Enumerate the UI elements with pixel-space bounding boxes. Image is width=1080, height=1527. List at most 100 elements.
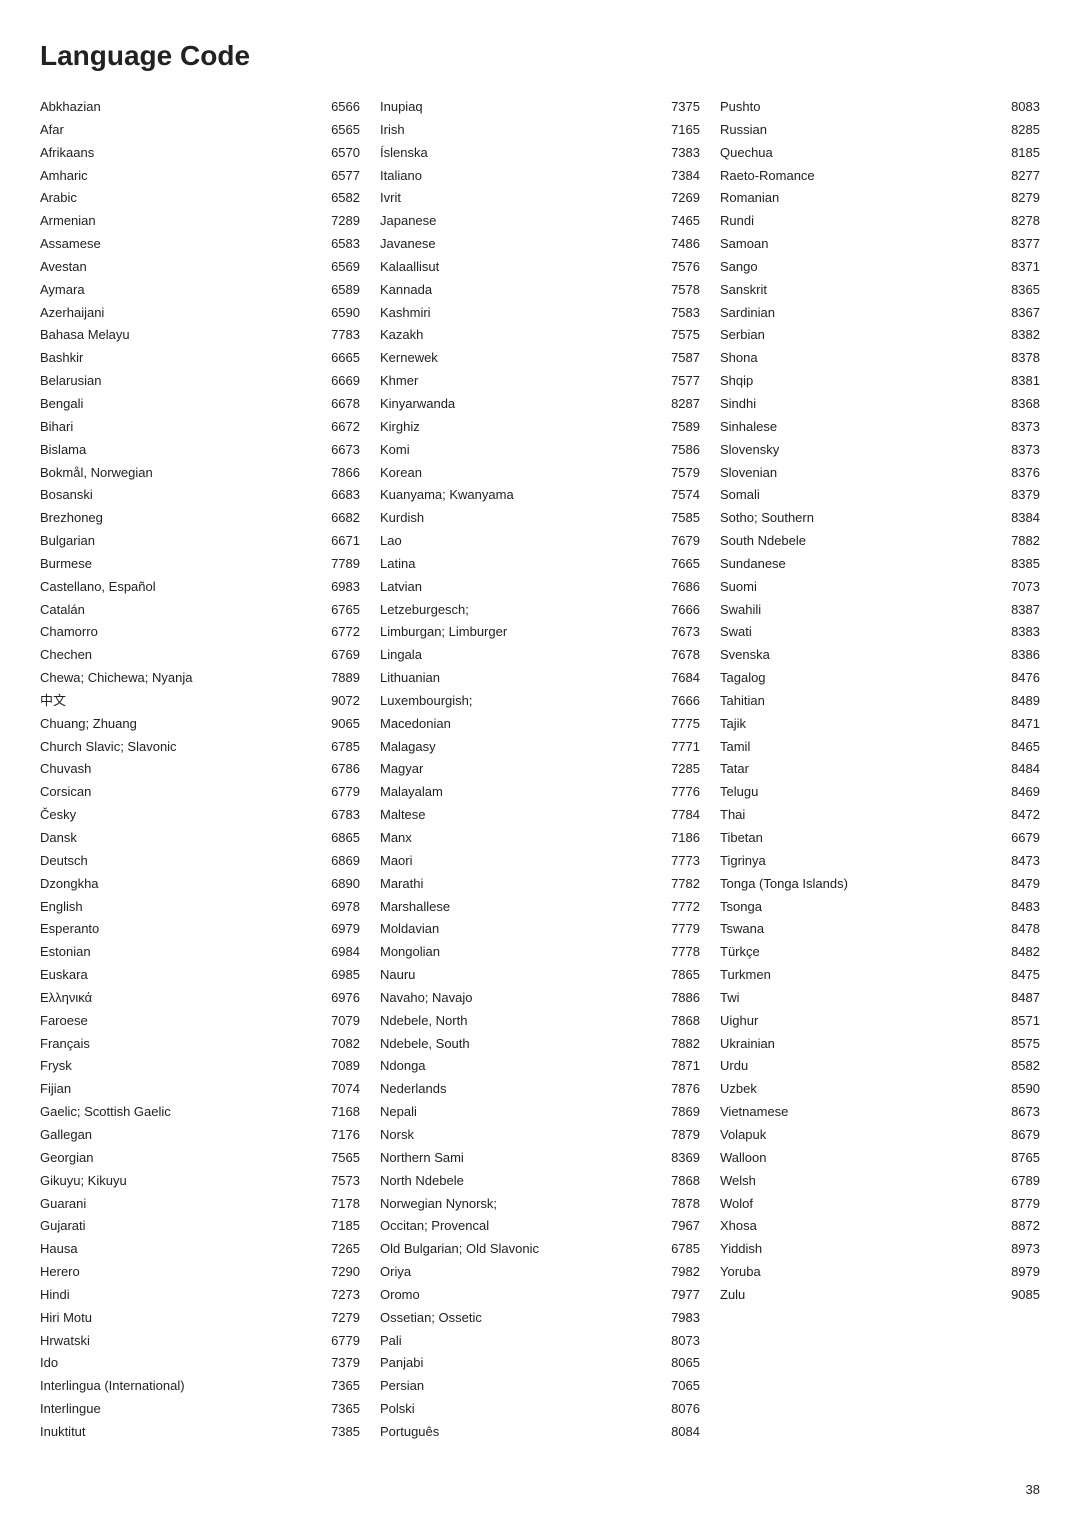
- list-item: Kashmiri7583: [380, 302, 700, 325]
- list-item: Corsican6779: [40, 781, 360, 804]
- language-code: 9065: [331, 715, 360, 734]
- language-code: 7666: [671, 601, 700, 620]
- list-item: Sotho; Southern8384: [720, 507, 1040, 530]
- language-name: Belarusian: [40, 372, 331, 391]
- list-item: Tahitian8489: [720, 690, 1040, 713]
- language-code: 8076: [671, 1400, 700, 1419]
- language-code: 8472: [1011, 806, 1040, 825]
- language-code: 6566: [331, 98, 360, 117]
- language-code: 7678: [671, 646, 700, 665]
- language-code: 8371: [1011, 258, 1040, 277]
- language-name: Kuanyama; Kwanyama: [380, 486, 671, 505]
- list-item: Komi7586: [380, 439, 700, 462]
- language-name: Pushto: [720, 98, 1011, 117]
- list-item: Tigrinya8473: [720, 850, 1040, 873]
- list-item: Yoruba8979: [720, 1261, 1040, 1284]
- language-name: Hrwatski: [40, 1332, 331, 1351]
- language-name: Tsonga: [720, 898, 1011, 917]
- language-code: 8483: [1011, 898, 1040, 917]
- list-item: Shona8378: [720, 347, 1040, 370]
- language-name: Bihari: [40, 418, 331, 437]
- language-name: Avestan: [40, 258, 331, 277]
- language-code: 9085: [1011, 1286, 1040, 1305]
- language-code: 7585: [671, 509, 700, 528]
- language-name: Kernewek: [380, 349, 671, 368]
- list-item: Kalaallisut7576: [380, 256, 700, 279]
- language-code: 7666: [671, 692, 700, 711]
- list-item: Old Bulgarian; Old Slavonic6785: [380, 1238, 700, 1261]
- language-name: Svenska: [720, 646, 1011, 665]
- list-item: 中文9072: [40, 690, 360, 713]
- language-code: 7279: [331, 1309, 360, 1328]
- list-item: Avestan6569: [40, 256, 360, 279]
- language-name: Bislama: [40, 441, 331, 460]
- list-item: Aymara6589: [40, 279, 360, 302]
- language-name: Esperanto: [40, 920, 331, 939]
- language-name: Raeto-Romance: [720, 167, 1011, 186]
- language-name: Hiri Motu: [40, 1309, 331, 1328]
- list-item: Slovensky8373: [720, 439, 1040, 462]
- language-name: Volapuk: [720, 1126, 1011, 1145]
- language-code: 7168: [331, 1103, 360, 1122]
- language-code: 7782: [671, 875, 700, 894]
- language-name: Ido: [40, 1354, 331, 1373]
- language-name: Inupiaq: [380, 98, 671, 117]
- list-item: Gujarati7185: [40, 1215, 360, 1238]
- list-item: Euskara6985: [40, 964, 360, 987]
- list-item: Manx7186: [380, 827, 700, 850]
- language-code: 8185: [1011, 144, 1040, 163]
- language-code: 6785: [671, 1240, 700, 1259]
- language-code: 7165: [671, 121, 700, 140]
- list-item: Azerhaijani6590: [40, 302, 360, 325]
- language-code: 8673: [1011, 1103, 1040, 1122]
- language-name: Thai: [720, 806, 1011, 825]
- list-item: Assamese6583: [40, 233, 360, 256]
- list-item: Suomi7073: [720, 576, 1040, 599]
- list-item: Wolof8779: [720, 1193, 1040, 1216]
- list-item: Marshallese7772: [380, 896, 700, 919]
- list-item: Somali8379: [720, 484, 1040, 507]
- language-code: 8765: [1011, 1149, 1040, 1168]
- language-name: Português: [380, 1423, 671, 1442]
- list-item: Urdu8582: [720, 1055, 1040, 1078]
- language-code: 6565: [331, 121, 360, 140]
- language-name: Sotho; Southern: [720, 509, 1011, 528]
- language-code: 7079: [331, 1012, 360, 1031]
- language-name: Ossetian; Ossetic: [380, 1309, 671, 1328]
- language-name: Tagalog: [720, 669, 1011, 688]
- language-code: 8679: [1011, 1126, 1040, 1145]
- language-name: Interlingue: [40, 1400, 331, 1419]
- column-2: Inupiaq7375Irish7165Íslenska7383Italiano…: [380, 96, 720, 1444]
- language-code: 7789: [331, 555, 360, 574]
- language-name: Ukrainian: [720, 1035, 1011, 1054]
- list-item: Slovenian8376: [720, 462, 1040, 485]
- list-item: Norwegian Nynorsk;7878: [380, 1193, 700, 1216]
- language-name: Yiddish: [720, 1240, 1011, 1259]
- language-name: Navaho; Navajo: [380, 989, 671, 1008]
- language-name: Frysk: [40, 1057, 331, 1076]
- language-name: Tamil: [720, 738, 1011, 757]
- list-item: Latina7665: [380, 553, 700, 576]
- list-item: Navaho; Navajo7886: [380, 987, 700, 1010]
- list-item: Irish7165: [380, 119, 700, 142]
- language-code: 7289: [331, 212, 360, 231]
- language-name: Herero: [40, 1263, 331, 1282]
- language-code: 8482: [1011, 943, 1040, 962]
- language-name: Sindhi: [720, 395, 1011, 414]
- list-item: Português8084: [380, 1421, 700, 1444]
- language-code: 7273: [331, 1286, 360, 1305]
- list-item: Hiri Motu7279: [40, 1307, 360, 1330]
- language-code: 8386: [1011, 646, 1040, 665]
- list-item: Northern Sami8369: [380, 1147, 700, 1170]
- language-name: Rundi: [720, 212, 1011, 231]
- language-code: 8469: [1011, 783, 1040, 802]
- language-name: Luxembourgish;: [380, 692, 671, 711]
- language-name: Burmese: [40, 555, 331, 574]
- list-item: Latvian7686: [380, 576, 700, 599]
- list-item: Gikuyu; Kikuyu7573: [40, 1170, 360, 1193]
- language-name: Gikuyu; Kikuyu: [40, 1172, 331, 1191]
- language-code: 7365: [331, 1400, 360, 1419]
- language-code: 6984: [331, 943, 360, 962]
- language-name: South Ndebele: [720, 532, 1011, 551]
- list-item: Samoan8377: [720, 233, 1040, 256]
